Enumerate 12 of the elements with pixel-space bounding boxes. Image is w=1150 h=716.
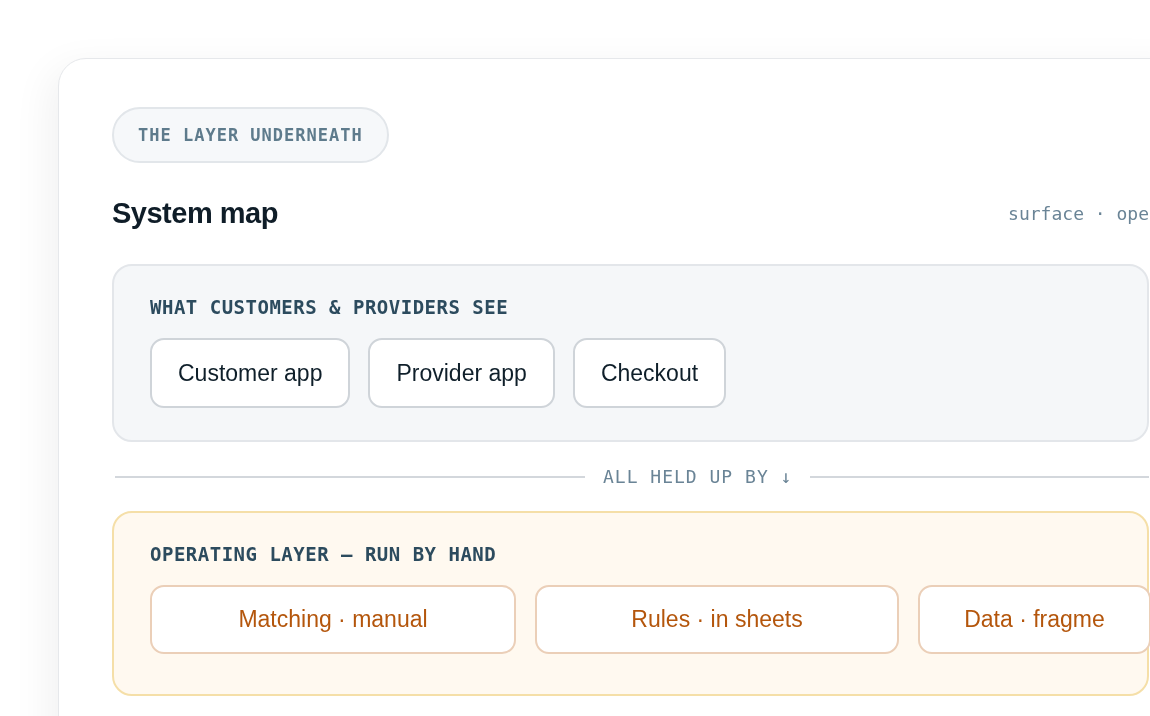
process-chip: Matching · manual bbox=[150, 585, 516, 654]
section-tag: THE LAYER UNDERNEATH bbox=[112, 107, 389, 163]
section-title: System map bbox=[112, 197, 278, 230]
layer-heading: WHAT CUSTOMERS & PROVIDERS SEE bbox=[150, 296, 510, 318]
process-chip: Data · fragme bbox=[918, 585, 1150, 654]
layer-heading: OPERATING LAYER — RUN BY HAND bbox=[150, 543, 498, 565]
app-chip: Provider app bbox=[368, 338, 555, 408]
process-chip: Rules · in sheets bbox=[535, 585, 899, 654]
divider-label: ALL HELD UP BY ↓ bbox=[603, 466, 793, 487]
legend-text: surface · ope bbox=[1008, 203, 1149, 224]
app-chip: Checkout bbox=[572, 338, 727, 408]
app-chip: Customer app bbox=[150, 338, 351, 408]
